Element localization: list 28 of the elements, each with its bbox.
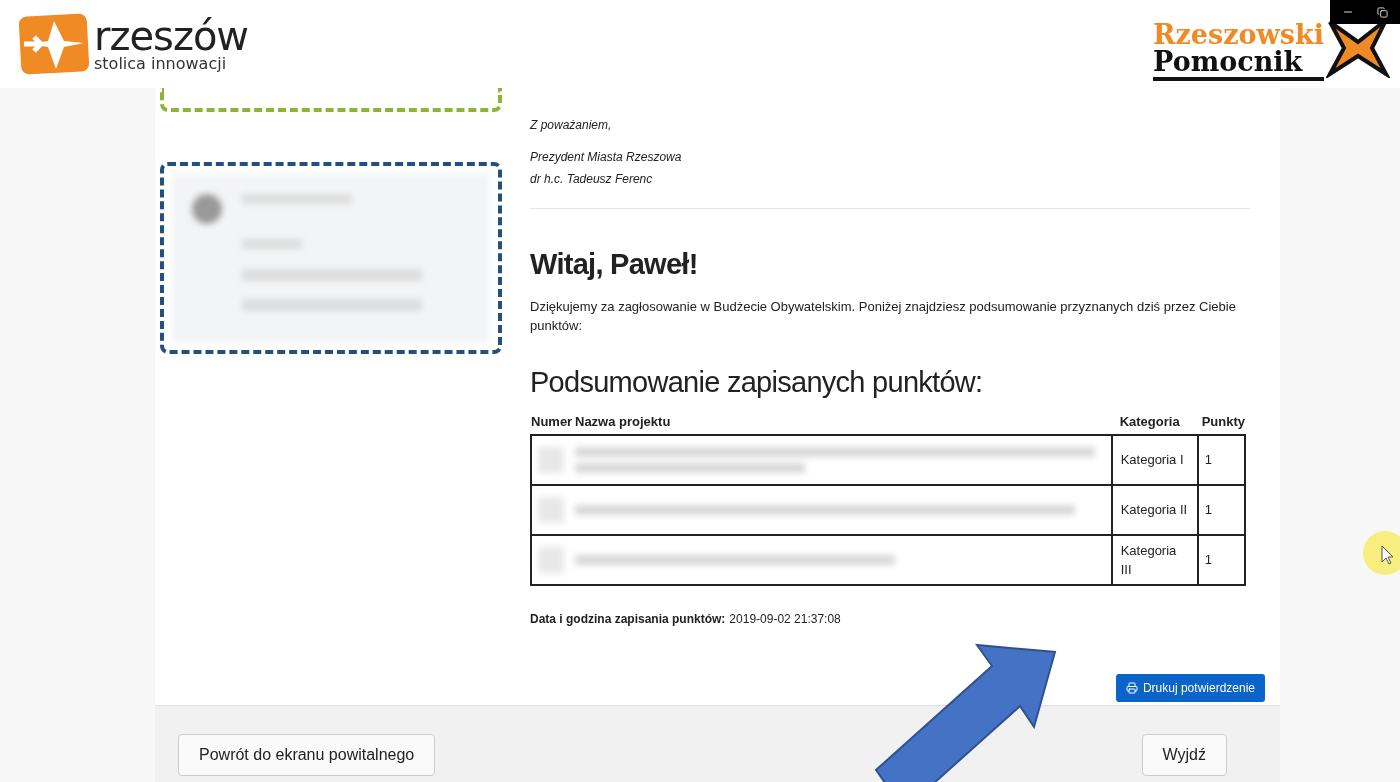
summary-heading: Podsumowanie zapisanych punktów: (530, 364, 984, 400)
city-logo-icon (18, 13, 90, 75)
closing-text: Z poważaniem, (530, 117, 613, 134)
restore-icon[interactable] (1377, 6, 1389, 18)
points-cell: 1 (1197, 534, 1245, 585)
city-name: rzeszów (94, 16, 249, 56)
points-cell: 1 (1197, 434, 1245, 485)
city-tagline: stolica innowacji (94, 56, 228, 72)
category-cell: Kategoria II (1111, 484, 1198, 535)
column-header: Nazwa projektu (575, 412, 1112, 435)
column-header: Punkty (1197, 412, 1245, 435)
category-cell: Kategoria III (1111, 534, 1198, 585)
category-cell: Kategoria I (1111, 434, 1198, 485)
back-button[interactable]: Powrót do ekranu powitalnego (178, 734, 436, 776)
print-button[interactable]: Drukuj potwierdzenie (1115, 673, 1265, 702)
thank-you-message: Dziękujemy za zagłosowanie w Budżecie Obywatelskim. Poniżej znajdziesz podsumowanie przyznanych dziś przez Ciebie punktów: (530, 297, 1237, 335)
logo-title: Rzeszowski (1153, 21, 1324, 48)
points-cell: 1 (1197, 484, 1245, 535)
column-header: Kategoria (1111, 412, 1198, 435)
logo-subtitle: Pomocnik (1153, 48, 1324, 81)
greeting-heading: Witaj, Paweł! (530, 247, 699, 282)
signature-line: dr h.c. Tadeusz Ferenc (530, 171, 654, 188)
printer-icon (1125, 681, 1138, 694)
exit-button[interactable]: Wyjdź (1141, 734, 1227, 776)
column-header: Numer (531, 412, 575, 435)
signature-line: Prezydent Miasta Rzeszowa (530, 149, 683, 166)
saved-at-value: 2019-09-02 21:37:08 (729, 610, 841, 628)
saved-at-label: Data i godzina zapisania punktów: (530, 610, 726, 628)
